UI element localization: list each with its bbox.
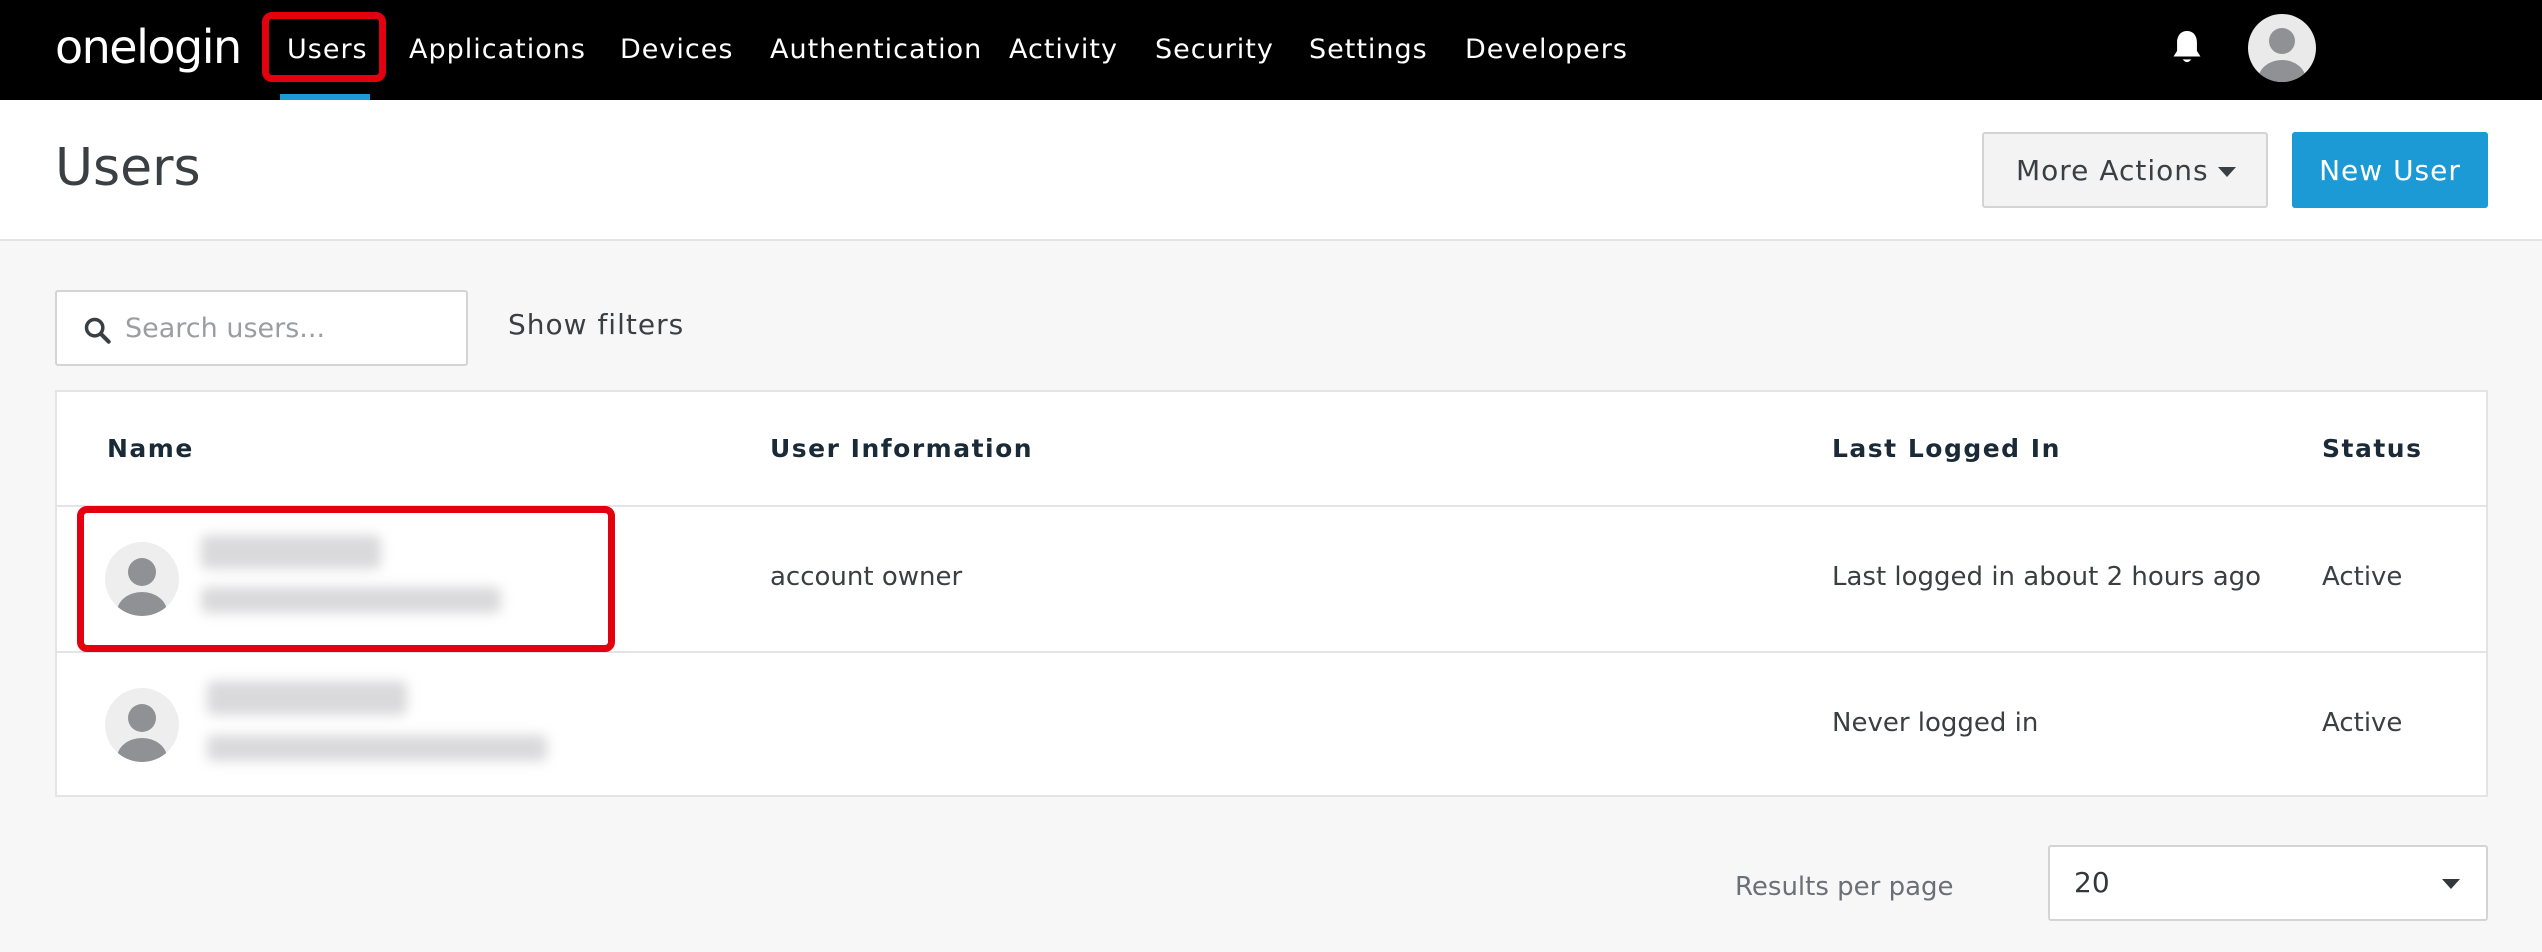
status-text: Active (2322, 708, 2403, 738)
search-icon (84, 317, 111, 344)
column-header-name[interactable]: Name (107, 434, 194, 463)
top-navigation-bar: onelogin Users Applications Devices Auth… (0, 0, 2542, 100)
page-title: Users (55, 138, 201, 198)
status-text: Active (2322, 562, 2403, 592)
column-header-status[interactable]: Status (2322, 434, 2422, 463)
table-row[interactable]: account owner Last logged in about 2 hou… (57, 507, 2486, 651)
profile-avatar-icon[interactable] (2248, 14, 2316, 82)
bell-icon[interactable] (2170, 28, 2204, 68)
new-user-button[interactable]: New User (2292, 132, 2488, 208)
nav-item-settings[interactable]: Settings (1309, 30, 1428, 70)
last-logged-in: Never logged in (1832, 708, 2039, 738)
column-header-user-information[interactable]: User Information (770, 434, 1033, 463)
user-name[interactable] (207, 681, 407, 715)
user-avatar-icon (105, 688, 179, 762)
results-per-page-label: Results per page (1735, 872, 1954, 902)
onelogin-logo[interactable]: onelogin (55, 20, 242, 74)
caret-down-icon (2442, 879, 2460, 889)
nav-item-security[interactable]: Security (1155, 30, 1274, 70)
nav-item-users[interactable]: Users (287, 30, 368, 70)
nav-item-developers[interactable]: Developers (1465, 30, 1628, 70)
nav-item-activity[interactable]: Activity (1009, 30, 1118, 70)
table-row[interactable]: Never logged in Active (57, 653, 2486, 797)
nav-item-applications[interactable]: Applications (409, 30, 586, 70)
more-actions-button[interactable]: More Actions (1982, 132, 2268, 208)
nav-item-authentication[interactable]: Authentication (770, 30, 982, 70)
user-information: account owner (770, 562, 963, 592)
show-filters-link[interactable]: Show filters (508, 308, 684, 341)
column-header-last-logged-in[interactable]: Last Logged In (1832, 434, 2061, 463)
search-box[interactable] (55, 290, 468, 366)
results-per-page-value: 20 (2074, 866, 2110, 899)
user-email (201, 587, 501, 613)
users-table: Name User Information Last Logged In Sta… (55, 390, 2488, 797)
user-name[interactable] (201, 535, 381, 569)
search-input[interactable] (125, 292, 455, 364)
results-per-page-select[interactable]: 20 (2048, 845, 2488, 921)
nav-item-devices[interactable]: Devices (620, 30, 733, 70)
caret-down-icon (2218, 167, 2236, 177)
last-logged-in: Last logged in about 2 hours ago (1832, 562, 2262, 592)
user-avatar-icon (105, 542, 179, 616)
more-actions-label: More Actions (2016, 153, 2209, 187)
user-email (207, 735, 547, 761)
page-header: Users More Actions New User (0, 100, 2542, 241)
